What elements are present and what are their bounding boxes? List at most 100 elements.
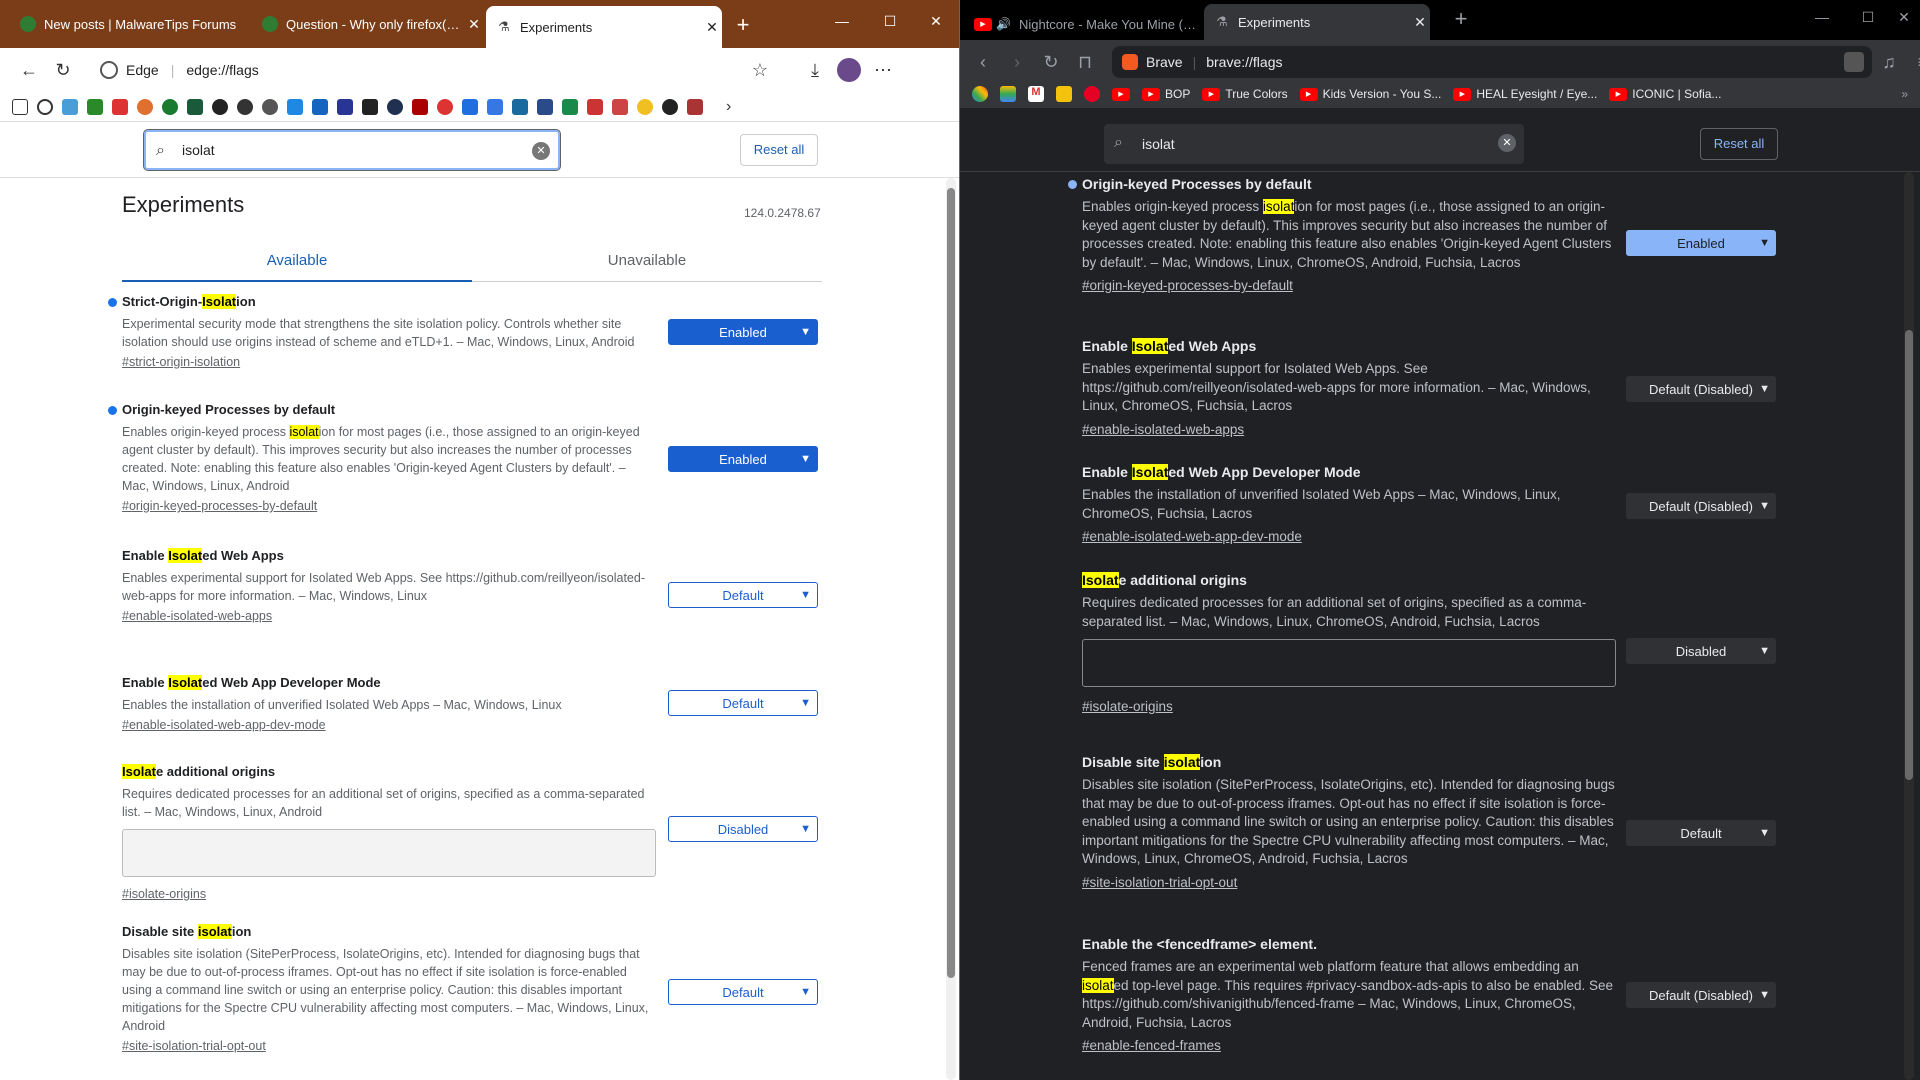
tab-available[interactable]: Available — [122, 240, 472, 282]
github-icon[interactable] — [662, 98, 678, 115]
bookmark-icon[interactable] — [162, 98, 178, 115]
address-bar[interactable]: Brave | brave://flags — [1112, 46, 1872, 78]
maximize-button[interactable]: ☐ — [1848, 2, 1888, 32]
drive-icon[interactable] — [1000, 86, 1016, 102]
star-icon[interactable]: ☆ — [752, 60, 768, 81]
bookmark-icon[interactable] — [437, 98, 453, 115]
bookmark-icon[interactable] — [112, 98, 128, 115]
clear-search-icon[interactable]: ✕ — [1498, 133, 1516, 152]
reset-all-button[interactable]: Reset all — [1700, 127, 1778, 160]
bookmark-icon[interactable] — [387, 98, 403, 115]
flag-select[interactable]: Disabled ▼ — [1626, 638, 1776, 664]
brave-tab-experiments[interactable]: ⚗ Experiments ✕ — [1204, 4, 1430, 40]
back-button[interactable]: ← — [12, 53, 46, 87]
scrollbar-thumb[interactable] — [947, 188, 955, 978]
shield-icon[interactable] — [462, 98, 478, 115]
media-icon[interactable]: ♫ — [1872, 45, 1906, 79]
flag-select[interactable]: Default ▼ — [668, 690, 818, 716]
bookmark-heal-eyesight[interactable]: ▶ HEAL Eyesight / Eye... — [1453, 87, 1597, 101]
close-icon[interactable]: ✕ — [702, 19, 722, 36]
flag-select[interactable]: Disabled ▼ — [668, 816, 818, 842]
flag-select[interactable]: Default (Disabled) ▼ — [1626, 982, 1776, 1008]
bookmark-kids-version[interactable]: ▶ Kids Version - You S... — [1299, 87, 1441, 101]
bookmark-icon[interactable] — [537, 98, 553, 115]
bookmark-icon[interactable] — [212, 98, 228, 115]
new-tab-button[interactable]: + — [1448, 6, 1474, 32]
close-icon[interactable]: ✕ — [1410, 14, 1430, 31]
lightbulb-icon[interactable] — [637, 98, 653, 115]
youtube-icon[interactable]: ▶ — [1112, 87, 1130, 101]
reload-button[interactable]: ↻ — [1034, 45, 1068, 79]
bookmark-icon[interactable] — [337, 98, 353, 115]
scrollbar-thumb[interactable] — [1905, 330, 1913, 780]
new-tab-button[interactable]: + — [730, 12, 756, 38]
edge-tab-malwaretips[interactable]: New posts | MalwareTips Forums — [10, 8, 250, 40]
close-window-button[interactable]: ✕ — [916, 6, 956, 36]
bookmark-icon[interactable] — [62, 98, 78, 115]
edge-tab-question[interactable]: Question - Why only firefox(and ✕ — [252, 8, 484, 40]
flag-link[interactable]: #origin-keyed-processes-by-default — [122, 499, 317, 513]
bookmark-icon[interactable] — [137, 98, 153, 115]
flag-search-input[interactable]: ⌕ isolat ✕ — [1104, 123, 1524, 164]
menu-icon[interactable]: ≡ — [1906, 45, 1920, 79]
flag-link[interactable]: #isolate-origins — [1082, 699, 1173, 714]
flag-select[interactable]: Default ▼ — [1626, 820, 1776, 846]
bookmark-icon[interactable] — [237, 98, 253, 115]
bookmark-icon[interactable] — [412, 98, 428, 115]
bookmark-icon[interactable] — [362, 98, 378, 115]
bookmark-icon[interactable] — [587, 98, 603, 115]
close-window-button[interactable]: ✕ — [1884, 2, 1920, 32]
brave-rewards-icon[interactable] — [1844, 52, 1864, 72]
profile-avatar[interactable] — [832, 53, 866, 87]
minimize-button[interactable]: — — [1802, 2, 1842, 32]
flag-link[interactable]: #strict-origin-isolation — [122, 355, 240, 369]
forward-button[interactable]: › — [1000, 45, 1034, 79]
gmail-icon[interactable]: M — [1028, 86, 1044, 102]
bookmark-icon[interactable] — [612, 98, 628, 115]
bookmark-icon[interactable]: ⊓ — [1068, 45, 1102, 79]
flag-select[interactable]: Default (Disabled) ▼ — [1626, 376, 1776, 402]
reload-button[interactable]: ↻ — [46, 53, 80, 87]
bookmark-icon[interactable] — [512, 98, 528, 115]
clear-search-icon[interactable]: ✕ — [532, 141, 550, 160]
back-button[interactable]: ‹ — [966, 45, 1000, 79]
bookmark-icon[interactable] — [87, 98, 103, 115]
page-icon[interactable] — [12, 98, 28, 115]
bookmark-icon[interactable] — [562, 98, 578, 115]
flag-select[interactable]: Enabled ▼ — [668, 319, 818, 345]
minimize-button[interactable]: — — [822, 6, 862, 36]
pinterest-icon[interactable] — [1084, 86, 1100, 102]
chevron-right-icon[interactable]: › — [726, 98, 731, 116]
flag-select[interactable]: Default (Disabled) ▼ — [1626, 493, 1776, 519]
bookmark-icon[interactable] — [287, 98, 303, 115]
flag-select[interactable]: Enabled ▼ — [668, 446, 818, 472]
bookmark-bop[interactable]: ▶ BOP — [1142, 87, 1190, 101]
close-icon[interactable]: ✕ — [464, 16, 484, 33]
flag-link[interactable]: #enable-fenced-frames — [1082, 1038, 1221, 1053]
flag-link[interactable]: #site-isolation-trial-opt-out — [122, 1039, 266, 1053]
flag-select[interactable]: Enabled ▼ — [1626, 230, 1776, 256]
menu-icon[interactable]: ⋯ — [866, 53, 900, 87]
flag-link[interactable]: #enable-isolated-web-app-dev-mode — [1082, 529, 1302, 544]
flag-link[interactable]: #origin-keyed-processes-by-default — [1082, 278, 1293, 293]
flag-search-input[interactable]: ⌕ isolat ✕ — [143, 128, 561, 171]
history-icon[interactable] — [37, 98, 53, 115]
bookmark-icon[interactable] — [687, 98, 703, 115]
flag-link[interactable]: #isolate-origins — [122, 887, 206, 901]
reset-all-button[interactable]: Reset all — [740, 133, 818, 166]
downloads-icon[interactable]: ⤓ — [798, 53, 832, 87]
flag-select[interactable]: Default ▼ — [668, 582, 818, 608]
bookmark-icon[interactable] — [487, 98, 503, 115]
bookmark-icon[interactable] — [187, 98, 203, 115]
chevron-right-icon[interactable]: » — [1901, 87, 1908, 101]
flag-link[interactable]: #enable-isolated-web-apps — [1082, 422, 1244, 437]
bookmark-icon[interactable] — [262, 98, 278, 115]
bookmark-icon[interactable] — [312, 98, 328, 115]
flag-select[interactable]: Default ▼ — [668, 979, 818, 1005]
flag-link[interactable]: #site-isolation-trial-opt-out — [1082, 875, 1237, 890]
edge-tab-experiments[interactable]: ⚗ Experiments ✕ — [486, 6, 722, 48]
bookmark-iconic[interactable]: ▶ ICONIC | Sofia... — [1609, 87, 1721, 101]
flag-link[interactable]: #enable-isolated-web-app-dev-mode — [122, 718, 326, 732]
maximize-button[interactable]: ☐ — [870, 6, 910, 36]
origins-textarea[interactable] — [1082, 639, 1616, 687]
